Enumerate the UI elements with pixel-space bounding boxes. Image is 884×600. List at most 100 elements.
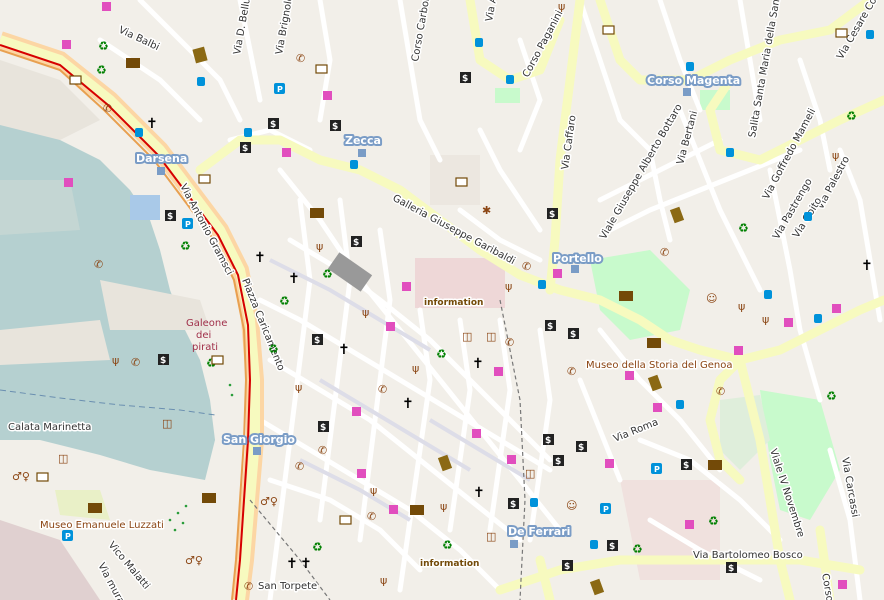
cafe-icon[interactable]: ◫ <box>486 330 496 343</box>
cafe-icon[interactable]: ◫ <box>525 467 535 480</box>
recycling-icon[interactable]: ♻ <box>708 514 719 528</box>
pharmacy-icon[interactable] <box>472 429 481 438</box>
station-portello[interactable]: Portello <box>551 250 604 267</box>
recycling-icon[interactable]: ♻ <box>279 294 290 308</box>
station-marker-icon[interactable] <box>571 265 579 273</box>
recycling-icon[interactable]: ♻ <box>826 389 837 403</box>
recycling-icon[interactable]: ♻ <box>632 542 643 556</box>
bus-stop-icon[interactable] <box>538 280 546 289</box>
restaurant-icon[interactable]: ψ <box>295 381 302 394</box>
restaurant-icon[interactable]: ψ <box>762 313 769 326</box>
bank-icon[interactable]: $ <box>562 560 573 572</box>
place-of-worship-icon[interactable]: ✝ <box>254 250 266 266</box>
telephone-icon[interactable]: ✆ <box>244 580 253 593</box>
restaurant-icon[interactable]: ψ <box>112 354 119 367</box>
station-marker-icon[interactable] <box>253 447 261 455</box>
bus-stop-icon[interactable] <box>135 128 143 137</box>
bank-icon[interactable]: $ <box>726 562 737 574</box>
bus-stop-icon[interactable] <box>804 212 812 221</box>
bus-stop-icon[interactable] <box>676 400 684 409</box>
drinking-water-icon[interactable] <box>228 383 232 387</box>
recycling-icon[interactable]: ♻ <box>268 342 279 356</box>
restaurant-icon[interactable]: ψ <box>362 306 369 319</box>
pharmacy-icon[interactable] <box>102 2 111 11</box>
bank-icon[interactable]: $ <box>576 441 587 453</box>
place-of-worship-icon[interactable]: ✝ <box>146 116 158 132</box>
post-office-icon[interactable] <box>198 174 211 184</box>
pharmacy-icon[interactable] <box>605 459 614 468</box>
cafe-icon[interactable]: ◫ <box>462 330 472 343</box>
bus-stop-icon[interactable] <box>506 75 514 84</box>
bank-icon[interactable]: $ <box>681 459 692 471</box>
place-of-worship-icon[interactable]: ✝ <box>300 556 312 572</box>
bank-icon[interactable]: $ <box>545 320 556 332</box>
telephone-icon[interactable]: ✆ <box>295 460 304 473</box>
drinking-water-icon[interactable] <box>184 504 188 508</box>
recycling-icon[interactable]: ♻ <box>436 347 447 361</box>
drinking-water-icon[interactable] <box>181 521 185 525</box>
station-corso-magenta[interactable]: Corso Magenta <box>645 72 742 89</box>
pharmacy-icon[interactable] <box>553 269 562 278</box>
drinking-water-icon[interactable] <box>230 393 234 397</box>
toilets-icon[interactable]: ♂♀ <box>260 495 278 508</box>
post-office-icon[interactable] <box>339 515 352 525</box>
telephone-icon[interactable]: ✆ <box>367 510 376 523</box>
cafe-icon[interactable]: ◫ <box>486 530 496 543</box>
pharmacy-icon[interactable] <box>832 304 841 313</box>
pharmacy-icon[interactable] <box>653 403 662 412</box>
label-museo-storia-genova[interactable]: Museo della Storia del Genoa <box>585 359 735 373</box>
theatre-icon[interactable]: ☺ <box>566 499 577 512</box>
restaurant-icon[interactable]: ψ <box>412 362 419 375</box>
bus-stop-icon[interactable] <box>686 62 694 71</box>
bus-stop-icon[interactable] <box>590 540 598 549</box>
telephone-icon[interactable]: ✆ <box>296 52 305 65</box>
parking-icon[interactable]: P <box>182 218 193 229</box>
place-of-worship-icon[interactable]: ✝ <box>338 342 350 358</box>
recycling-icon[interactable]: ♻ <box>846 109 857 123</box>
telephone-icon[interactable]: ✆ <box>505 336 514 349</box>
pharmacy-icon[interactable] <box>386 322 395 331</box>
museum-icon[interactable] <box>126 58 140 68</box>
station-marker-icon[interactable] <box>358 149 366 157</box>
bank-icon[interactable]: $ <box>312 334 323 346</box>
bus-stop-icon[interactable] <box>764 290 772 299</box>
telephone-icon[interactable]: ✆ <box>94 258 103 271</box>
museum-icon[interactable] <box>410 505 424 515</box>
telephone-icon[interactable]: ✆ <box>103 102 112 115</box>
telephone-icon[interactable]: ✆ <box>131 356 140 369</box>
museum-icon[interactable] <box>708 460 722 470</box>
place-of-worship-icon[interactable]: ✝ <box>402 396 414 412</box>
bus-stop-icon[interactable] <box>814 314 822 323</box>
museum-icon[interactable] <box>310 208 324 218</box>
restaurant-icon[interactable]: ψ <box>558 0 565 13</box>
bank-icon[interactable]: $ <box>543 434 554 446</box>
bank-icon[interactable]: $ <box>165 210 176 222</box>
pharmacy-icon[interactable] <box>402 282 411 291</box>
pharmacy-icon[interactable] <box>838 580 847 589</box>
parking-icon[interactable]: P <box>62 530 73 541</box>
telephone-icon[interactable]: ✆ <box>716 385 725 398</box>
place-of-worship-icon[interactable]: ✝ <box>861 258 873 274</box>
bank-icon[interactable]: $ <box>553 455 564 467</box>
information-icon[interactable]: ✱ <box>482 204 491 217</box>
bank-icon[interactable]: $ <box>351 236 362 248</box>
pharmacy-icon[interactable] <box>282 148 291 157</box>
museum-icon[interactable] <box>619 291 633 301</box>
bus-stop-icon[interactable] <box>350 160 358 169</box>
pharmacy-icon[interactable] <box>507 455 516 464</box>
station-marker-icon[interactable] <box>510 540 518 548</box>
recycling-icon[interactable]: ♻ <box>442 538 453 552</box>
telephone-icon[interactable]: ✆ <box>522 260 531 273</box>
restaurant-icon[interactable]: ψ <box>370 484 377 497</box>
recycling-icon[interactable]: ♻ <box>322 267 333 281</box>
toilets-icon[interactable]: ♂♀ <box>12 470 30 483</box>
bus-stop-icon[interactable] <box>475 38 483 47</box>
bank-icon[interactable]: $ <box>268 118 279 130</box>
cafe-icon[interactable]: ◫ <box>162 417 172 430</box>
recycling-icon[interactable]: ♻ <box>98 39 109 53</box>
pharmacy-icon[interactable] <box>734 346 743 355</box>
bank-icon[interactable]: $ <box>460 72 471 84</box>
station-san-giorgio[interactable]: San Giorgio <box>221 431 297 448</box>
bank-icon[interactable]: $ <box>240 142 251 154</box>
bank-icon[interactable]: $ <box>607 540 618 552</box>
